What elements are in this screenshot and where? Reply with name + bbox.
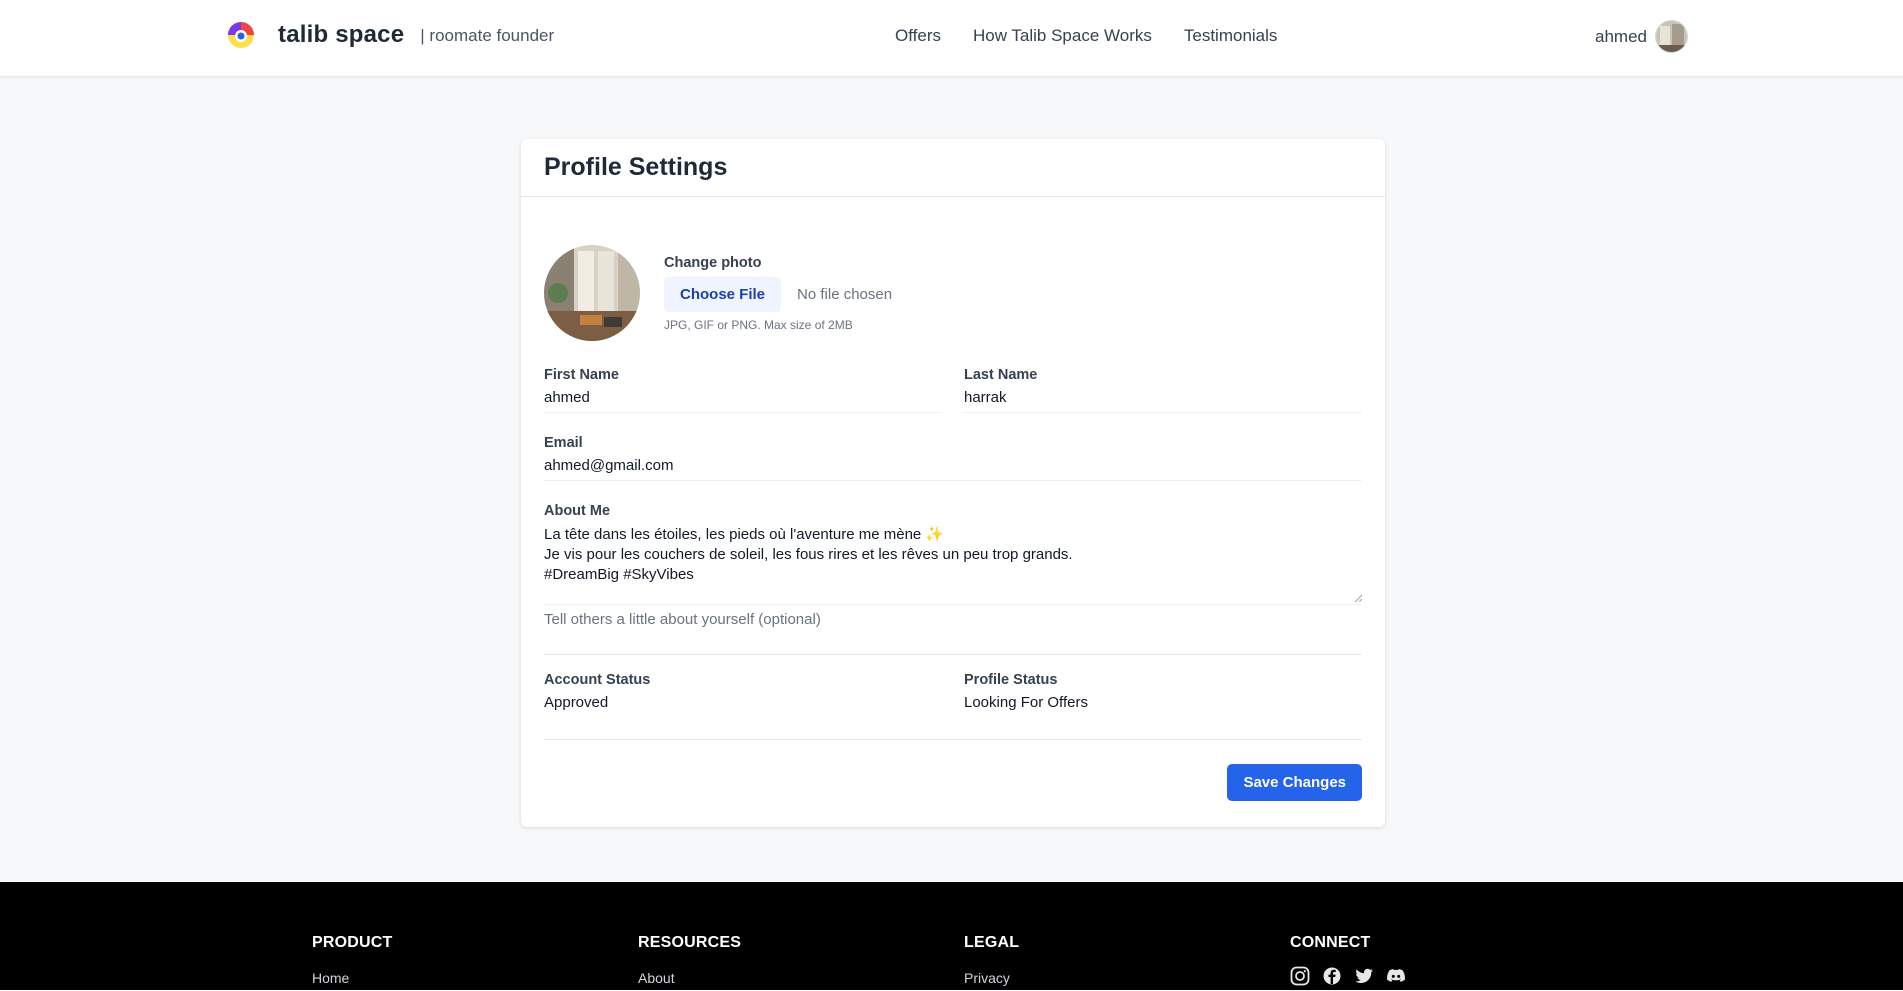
brand-name: talib space <box>278 21 405 48</box>
user-menu[interactable]: ahmed <box>1595 20 1688 53</box>
about-label: About Me <box>544 503 611 519</box>
account-status: Account Status Approved <box>544 672 940 711</box>
profile-status-label: Profile Status <box>964 672 1058 688</box>
first-name-input[interactable]: ahmed <box>544 389 940 413</box>
choose-file-button[interactable]: Choose File <box>664 277 782 312</box>
profile-status-value: Looking For Offers <box>964 694 1088 711</box>
about-line: #DreamBig #SkyVibes <box>544 566 694 583</box>
email-input[interactable]: ahmed@gmail.com <box>544 457 1362 481</box>
footer-heading: CONNECT <box>1290 934 1371 951</box>
footer-link-privacy[interactable]: Privacy <box>964 970 1019 986</box>
footer-heading: PRODUCT <box>312 934 393 951</box>
footer-heading: LEGAL <box>964 934 1020 951</box>
footer-link-about[interactable]: About <box>638 970 741 986</box>
footer-resources: RESOURCES About <box>638 934 741 986</box>
social-links <box>1290 966 1406 986</box>
about-help-text: Tell others a little about yourself (opt… <box>544 611 821 628</box>
first-name-label: First Name <box>544 367 619 383</box>
profile-status: Profile Status Looking For Offers <box>964 672 1362 711</box>
nav-offers[interactable]: Offers <box>895 26 941 46</box>
footer-product: PRODUCT Home <box>312 934 393 986</box>
about-line: Je vis pour les couchers de soleil, les … <box>544 546 1073 563</box>
account-status-value: Approved <box>544 694 609 711</box>
profile-settings-card: Profile Settings Change photo Choose Fil… <box>521 139 1385 827</box>
last-name-input[interactable]: harrak <box>964 389 1362 413</box>
brand-tagline: | roomate founder <box>420 26 555 45</box>
twitter-icon[interactable] <box>1354 966 1374 986</box>
footer-link-home[interactable]: Home <box>312 970 393 986</box>
footer-connect: CONNECT <box>1290 934 1406 986</box>
card-header: Profile Settings <box>521 139 1385 197</box>
account-status-label: Account Status <box>544 672 651 688</box>
footer-heading: RESOURCES <box>638 934 742 951</box>
about-line: La tête dans les étoiles, les pieds où l… <box>544 526 945 543</box>
photo-hint: JPG, GIF or PNG. Max size of 2MB <box>664 318 853 332</box>
top-navbar: talib space | roomate founder Offers How… <box>0 0 1903 77</box>
avatar[interactable] <box>1655 20 1688 53</box>
about-textarea[interactable]: La tête dans les étoiles, les pieds où l… <box>544 525 1362 605</box>
talib-space-logo <box>228 22 254 48</box>
first-name-field: First Name ahmed <box>544 367 940 413</box>
nav-testimonials[interactable]: Testimonials <box>1184 26 1278 46</box>
main-nav: Offers How Talib Space Works Testimonial… <box>895 26 1277 46</box>
user-name: ahmed <box>1595 26 1647 46</box>
resize-handle-icon[interactable] <box>1354 594 1362 602</box>
page-title: Profile Settings <box>544 153 728 181</box>
file-status: No file chosen <box>797 286 893 303</box>
avatar-image <box>1656 21 1687 52</box>
discord-icon[interactable] <box>1386 966 1406 986</box>
profile-photo <box>544 245 640 341</box>
profile-photo-image <box>544 245 640 341</box>
divider <box>544 654 1362 655</box>
nav-how-it-works[interactable]: How Talib Space Works <box>973 26 1152 46</box>
photo-controls: Change photo Choose File No file chosen … <box>664 255 892 341</box>
brand[interactable]: talib space | roomate founder <box>226 20 554 50</box>
instagram-icon[interactable] <box>1290 966 1310 986</box>
save-changes-button[interactable]: Save Changes <box>1227 764 1362 801</box>
footer-legal: LEGAL Privacy <box>964 934 1019 986</box>
photo-section: Change photo Choose File No file chosen … <box>544 245 892 341</box>
email-label: Email <box>544 435 583 451</box>
last-name-label: Last Name <box>964 367 1038 383</box>
footer: PRODUCT Home RESOURCES About LEGAL Priva… <box>0 882 1903 990</box>
email-field: Email ahmed@gmail.com <box>544 435 1362 481</box>
last-name-field: Last Name harrak <box>964 367 1362 413</box>
facebook-icon[interactable] <box>1322 966 1342 986</box>
about-field: About Me La tête dans les étoiles, les p… <box>544 503 1362 628</box>
change-photo-label: Change photo <box>664 255 762 271</box>
file-input: Choose File No file chosen <box>664 277 892 312</box>
divider <box>544 739 1362 740</box>
